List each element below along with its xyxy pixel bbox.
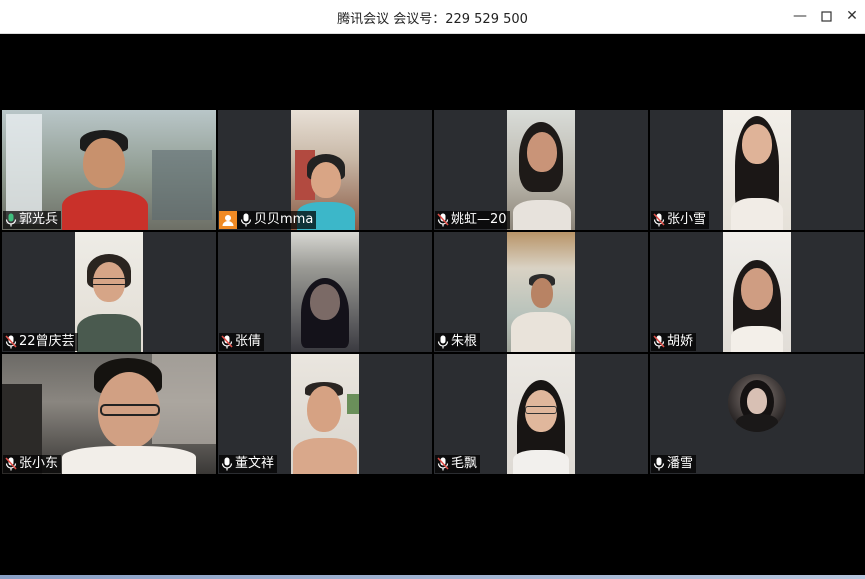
microphone-icon — [653, 457, 665, 471]
title-bar: 腾讯会议 会议号：229 529 500 — ✕ — [0, 0, 865, 34]
microphone-icon — [221, 457, 233, 471]
participant-name: 郭光兵 — [19, 212, 59, 227]
participant-tile[interactable]: 贝贝mma — [218, 110, 432, 230]
participant-name-label: 张倩 — [219, 333, 265, 351]
participant-tile[interactable]: 张倩 — [218, 232, 432, 352]
participant-name: 朱根 — [451, 334, 478, 349]
participant-video — [723, 232, 791, 352]
participant-tile[interactable]: 张小东 — [2, 354, 216, 474]
participant-name: 姚虹—20 — [451, 212, 507, 227]
participant-tile[interactable]: 胡娇 — [650, 232, 864, 352]
participant-name: 董文祥 — [235, 456, 275, 471]
participant-video — [507, 232, 575, 352]
maximize-icon — [820, 10, 832, 22]
participant-tile[interactable]: 郭光兵 — [2, 110, 216, 230]
microphone-muted-icon — [653, 335, 665, 349]
participant-grid: 郭光兵 贝贝mma 姚虹—20 张小雪 22曾庆芸 张倩 朱根 胡娇 张小东 董… — [2, 110, 864, 474]
participant-video — [723, 110, 791, 230]
microphone-icon — [437, 335, 449, 349]
participant-name: 张小雪 — [667, 212, 707, 227]
participant-name-label: 张小雪 — [651, 211, 710, 229]
microphone-icon — [5, 213, 17, 227]
participant-tile[interactable]: 潘雪 — [650, 354, 864, 474]
video-stage: 郭光兵 贝贝mma 姚虹—20 张小雪 22曾庆芸 张倩 朱根 胡娇 张小东 董… — [2, 34, 864, 575]
participant-tile[interactable]: 毛飘 — [434, 354, 648, 474]
participant-name: 毛飘 — [451, 456, 478, 471]
participant-name-label: 张小东 — [3, 455, 62, 473]
participant-name: 张小东 — [19, 456, 59, 471]
window-title: 腾讯会议 会议号：229 529 500 — [337, 12, 528, 27]
microphone-muted-icon — [437, 213, 449, 227]
minimize-button[interactable]: — — [789, 6, 811, 26]
participant-video — [291, 354, 359, 474]
participant-name-label: 毛飘 — [435, 455, 481, 473]
participant-name: 胡娇 — [667, 334, 694, 349]
participant-video — [75, 232, 143, 352]
participant-video — [291, 232, 359, 352]
microphone-icon — [240, 213, 252, 227]
participant-name: 张倩 — [235, 334, 262, 349]
microphone-muted-icon — [437, 457, 449, 471]
participant-tile[interactable]: 姚虹—20 — [434, 110, 648, 230]
participant-name-label: 朱根 — [435, 333, 481, 351]
participant-video — [507, 354, 575, 474]
participant-name-label: 22曾庆芸 — [3, 333, 78, 351]
participant-tile[interactable]: 22曾庆芸 — [2, 232, 216, 352]
participant-name-label: 姚虹—20 — [435, 211, 510, 229]
microphone-muted-icon — [5, 457, 17, 471]
participant-name-label: 董文祥 — [219, 455, 278, 473]
participant-tile[interactable]: 董文祥 — [218, 354, 432, 474]
microphone-muted-icon — [221, 335, 233, 349]
microphone-muted-icon — [5, 335, 17, 349]
participant-tile[interactable]: 张小雪 — [650, 110, 864, 230]
participant-name-label: 贝贝mma — [219, 211, 317, 229]
participant-name: 潘雪 — [667, 456, 694, 471]
avatar — [728, 374, 786, 432]
user-badge-icon — [219, 211, 237, 229]
participant-name: 22曾庆芸 — [19, 334, 75, 349]
participant-name-label: 胡娇 — [651, 333, 697, 351]
participant-tile[interactable]: 朱根 — [434, 232, 648, 352]
participant-name-label: 郭光兵 — [3, 211, 62, 229]
participant-name-label: 潘雪 — [651, 455, 697, 473]
microphone-muted-icon — [653, 213, 665, 227]
participant-video — [507, 110, 575, 230]
participant-name: 贝贝mma — [254, 212, 314, 227]
taskbar-edge — [0, 575, 865, 579]
close-button[interactable]: ✕ — [841, 6, 863, 26]
maximize-button[interactable] — [815, 6, 837, 26]
